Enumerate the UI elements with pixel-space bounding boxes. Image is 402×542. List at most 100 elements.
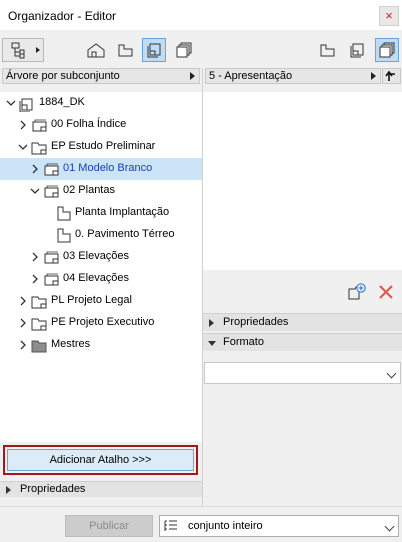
chevron-down-icon [384, 521, 395, 532]
view-mode-label: Árvore por subconjunto [6, 70, 120, 82]
right-layout-book-button[interactable] [345, 38, 369, 62]
chevron-down-icon [386, 368, 397, 379]
layout-sheet-icon [43, 249, 59, 265]
tree-item[interactable]: Mestres [0, 334, 202, 356]
project-map-button[interactable] [84, 38, 108, 62]
chevron-right-icon [371, 72, 376, 80]
list-icon [164, 520, 177, 531]
tree-item[interactable]: 1884_DK [0, 92, 202, 114]
masters-folder-icon [31, 337, 47, 353]
tree-item-label: 01 Modelo Branco [63, 162, 153, 174]
tree-item-label: Planta Implantação [75, 206, 170, 218]
format-select[interactable] [204, 362, 401, 384]
tree-item[interactable]: 00 Folha Índice [0, 114, 202, 136]
delete-x-icon [379, 285, 393, 299]
view-page-icon [320, 44, 335, 57]
chevron-down-icon[interactable] [30, 186, 40, 196]
view-map-button[interactable] [113, 38, 137, 62]
chevron-right-icon[interactable] [30, 164, 40, 174]
left-properties-section[interactable]: Propriedades [0, 481, 202, 497]
tree-item[interactable]: 04 Elevações [0, 268, 202, 290]
new-item-dropdown-button[interactable] [2, 38, 44, 62]
window-title: Organizador - Editor [8, 9, 117, 23]
tree-item-label: 00 Folha Índice [51, 118, 127, 130]
publisher-set-content[interactable] [203, 92, 402, 270]
stack-icon [379, 42, 395, 58]
publish-label: Publicar [89, 520, 129, 532]
chevron-right-icon[interactable] [18, 296, 28, 306]
add-shortcut-label: Adicionar Atalho >>> [7, 449, 194, 471]
tree-item-label: 04 Elevações [63, 272, 130, 284]
tree-item-label: PL Projeto Legal [51, 294, 132, 306]
layout-book-icon [350, 43, 364, 58]
right-properties-section[interactable]: Propriedades [203, 313, 402, 331]
folder-icon [31, 315, 47, 331]
right-properties-area [203, 270, 402, 506]
publish-scope-value: conjunto inteiro [188, 520, 263, 532]
layout-book-icon [147, 43, 161, 58]
tree-item-label: 03 Elevações [63, 250, 130, 262]
view-page-icon [55, 205, 71, 221]
tree-item[interactable]: Planta Implantação [0, 202, 202, 224]
close-button[interactable]: × [379, 6, 399, 26]
expand-right-icon [209, 319, 214, 327]
right-properties-label: Propriedades [223, 316, 289, 328]
right-publisher-sets-button[interactable] [375, 38, 399, 62]
new-item-button[interactable] [347, 282, 367, 302]
project-map-icon [19, 95, 35, 113]
chevron-down-icon[interactable] [6, 98, 16, 108]
new-folder-plus-icon [348, 283, 366, 300]
tree-item[interactable]: 03 Elevações [0, 246, 202, 268]
add-shortcut-button[interactable]: Adicionar Atalho >>> [3, 445, 198, 475]
chevron-right-icon[interactable] [18, 318, 28, 328]
tree-item-label: 0. Pavimento Térreo [75, 228, 175, 240]
tree-item-label: 02 Plantas [63, 184, 115, 196]
publisher-set-label: 5 - Apresentação [209, 70, 293, 82]
layout-sheet-icon [43, 271, 59, 287]
chevron-down-icon[interactable] [18, 142, 28, 152]
tree-item-label: Mestres [51, 338, 91, 350]
chevron-right-icon[interactable] [18, 340, 28, 350]
title-bar: Organizador - Editor × [0, 0, 402, 30]
hierarchy-icon [11, 42, 40, 59]
publisher-sets-button[interactable] [172, 38, 196, 62]
tree-item-label: PE Projeto Executivo [51, 316, 155, 328]
view-page-icon [118, 44, 133, 57]
tree-item[interactable]: EP Estudo Preliminar [0, 136, 202, 158]
left-properties-label: Propriedades [20, 483, 86, 495]
chevron-right-icon [190, 72, 195, 80]
publish-scope-select[interactable]: conjunto inteiro [159, 515, 399, 537]
navigator-tree[interactable]: 1884_DK 00 Folha Índice EP Estudo Prelimin… [0, 92, 202, 442]
stack-icon [176, 42, 192, 58]
layout-sheet-icon [31, 117, 47, 133]
tree-item[interactable]: 02 Plantas [0, 180, 202, 202]
chevron-right-icon[interactable] [30, 252, 40, 262]
format-section[interactable]: Formato [203, 333, 402, 351]
chevron-right-icon[interactable] [18, 120, 28, 130]
view-mode-selector[interactable]: Árvore por subconjunto [2, 68, 200, 84]
tree-item[interactable]: 01 Modelo Branco [0, 158, 202, 180]
go-up-button[interactable] [382, 68, 401, 84]
up-arrow-icon [385, 70, 395, 81]
layout-sheet-icon [43, 161, 59, 177]
folder-icon [31, 293, 47, 309]
chevron-right-icon[interactable] [30, 274, 40, 284]
right-view-map-button[interactable] [315, 38, 339, 62]
layout-book-button[interactable] [142, 38, 166, 62]
format-label: Formato [223, 336, 264, 348]
expand-right-icon [6, 486, 11, 494]
delete-button[interactable] [377, 283, 395, 301]
tree-item[interactable]: 0. Pavimento Térreo [0, 224, 202, 246]
collapse-down-icon [208, 341, 216, 346]
tree-item-label: 1884_DK [39, 96, 85, 108]
close-icon: × [385, 8, 393, 23]
publish-button[interactable]: Publicar [65, 515, 153, 537]
folder-icon [31, 139, 47, 155]
view-page-icon [55, 227, 71, 243]
tree-item-label: EP Estudo Preliminar [51, 140, 156, 152]
publisher-set-selector[interactable]: 5 - Apresentação [205, 68, 381, 84]
layout-sheet-icon [43, 183, 59, 199]
tree-item[interactable]: PE Projeto Executivo [0, 312, 202, 334]
house-icon [87, 43, 105, 58]
tree-item[interactable]: PL Projeto Legal [0, 290, 202, 312]
